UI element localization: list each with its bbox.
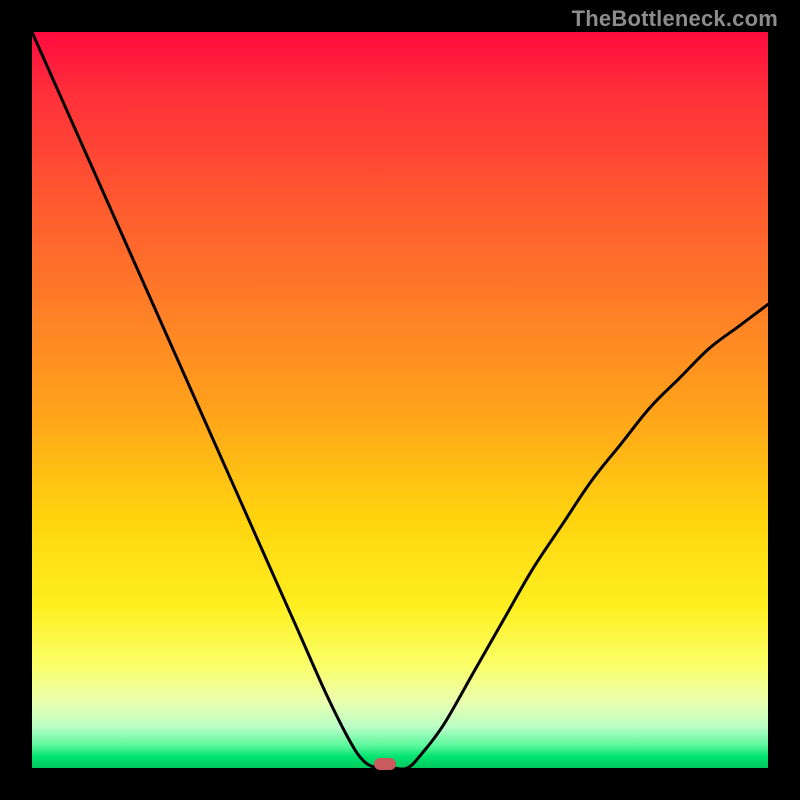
optimal-point-marker — [374, 758, 396, 770]
chart-frame: TheBottleneck.com — [0, 0, 800, 800]
watermark-text: TheBottleneck.com — [572, 6, 778, 32]
bottleneck-curve — [32, 32, 768, 768]
chart-plot-area — [32, 32, 768, 768]
